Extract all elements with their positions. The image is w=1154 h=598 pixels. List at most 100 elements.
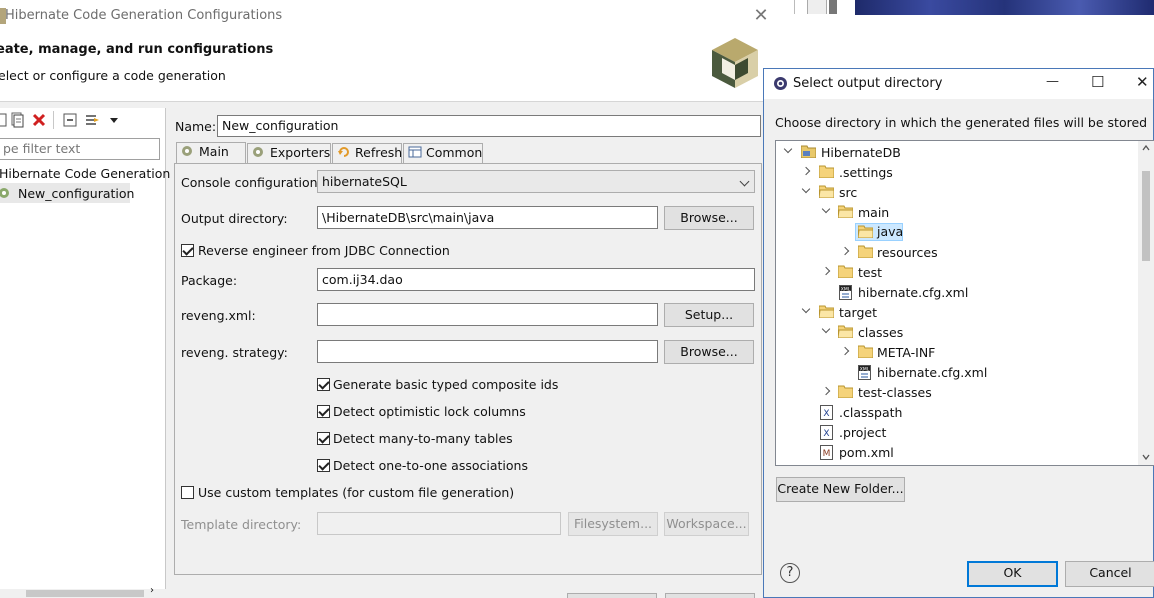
xml-file-icon: XML [839, 285, 852, 300]
tree-node-java[interactable]: java [776, 222, 1138, 242]
tab-main[interactable]: Main [176, 142, 246, 164]
tree-node-hibernate-cfg-classes[interactable]: XML hibernate.cfg.xml [776, 362, 1138, 382]
one-to-one-checkbox[interactable] [317, 459, 330, 472]
cancel-button[interactable]: Cancel [1065, 561, 1154, 587]
tree-node-hibernate-cfg[interactable]: XML hibernate.cfg.xml [776, 282, 1138, 302]
select-output-directory-dialog: Select output directory — ☐ ✕ Choose dir… [763, 68, 1154, 598]
folder-icon [819, 165, 834, 178]
optimistic-lock-checkbox[interactable] [317, 405, 330, 418]
reveng-setup-button[interactable]: Setup... [664, 303, 754, 327]
svg-text:XML: XML [841, 286, 851, 292]
tab-exporters-label: Exporters [270, 145, 331, 160]
folder-icon [819, 185, 834, 198]
reverse-engineer-checkbox[interactable] [181, 244, 194, 257]
tree-item-new-configuration[interactable]: New_configuration [18, 186, 134, 201]
tree-node-target[interactable]: target [776, 302, 1138, 322]
tree-node-label: hibernate.cfg.xml [858, 285, 969, 300]
tab-common[interactable]: Common [403, 143, 483, 163]
chevron-right-icon[interactable] [840, 246, 850, 256]
chevron-right-icon[interactable] [801, 166, 811, 176]
close-icon[interactable]: ✕ [1136, 73, 1149, 91]
scroll-up-icon[interactable] [1142, 145, 1150, 151]
folder-icon [819, 305, 834, 318]
template-dir-input[interactable] [317, 512, 561, 535]
tree-node-main[interactable]: main [776, 202, 1138, 222]
toolbar-separator [53, 111, 54, 129]
output-dir-input[interactable]: \HibernateDB\src\main\java [317, 206, 658, 229]
console-config-select[interactable]: hibernateSQL [317, 170, 755, 193]
reveng-strategy-input[interactable] [317, 340, 658, 363]
chevron-down-icon[interactable] [801, 184, 811, 194]
folder-icon [838, 205, 853, 218]
chevron-right-icon[interactable] [821, 386, 831, 396]
scrollbar-thumb[interactable] [26, 590, 144, 597]
tree-node-pom[interactable]: M pom.xml [776, 442, 1138, 462]
tree-node-test-classes[interactable]: test-classes [776, 382, 1138, 402]
config-icon [0, 188, 9, 198]
tree-node-classpath[interactable]: X .classpath [776, 402, 1138, 422]
help-icon[interactable]: ? [780, 563, 800, 583]
maximize-icon[interactable]: ☐ [1091, 73, 1104, 91]
tree-node-src[interactable]: src [776, 182, 1138, 202]
close-icon[interactable]: ✕ [749, 4, 773, 28]
dialog-title-bar: Hibernate Code Generation Configurations… [0, 0, 777, 32]
tree-node-label: hibernate.cfg.xml [877, 365, 988, 380]
create-new-folder-button[interactable]: Create New Folder... [776, 477, 905, 502]
tree-node-test[interactable]: test [776, 262, 1138, 282]
folder-icon [858, 225, 873, 238]
chevron-down-icon[interactable] [821, 204, 831, 214]
svg-text:M: M [823, 449, 831, 459]
minimize-icon[interactable]: — [1046, 74, 1059, 89]
output-dir-browse-button[interactable]: Browse... [664, 206, 754, 230]
background-strip [807, 0, 827, 14]
apply-button[interactable] [665, 593, 755, 598]
scrollbar-thumb[interactable] [1142, 171, 1150, 261]
filter-icon[interactable] [84, 112, 100, 128]
tree-node-hibernatedb[interactable]: HibernateDB [776, 142, 1138, 162]
one-to-one-label: Detect one-to-one associations [333, 458, 528, 473]
chevron-down-icon[interactable] [821, 324, 831, 334]
exporters-tab-icon [253, 147, 263, 157]
many-to-many-checkbox[interactable] [317, 432, 330, 445]
background-image-strip [855, 0, 1154, 15]
tree-node-settings[interactable]: .settings [776, 162, 1138, 182]
filter-input[interactable]: pe filter text [0, 138, 160, 160]
tree-node-resources[interactable]: resources [776, 242, 1138, 262]
chevron-down-icon[interactable] [783, 144, 793, 154]
ok-button[interactable]: OK [967, 561, 1058, 587]
scroll-down-icon[interactable] [1142, 454, 1150, 460]
chevron-down-icon[interactable] [801, 304, 811, 314]
chevron-down-icon[interactable] [106, 112, 122, 128]
revert-button[interactable] [567, 593, 657, 598]
duplicate-icon[interactable] [9, 112, 25, 128]
folder-icon [858, 345, 873, 358]
reverse-engineer-label: Reverse engineer from JDBC Connection [198, 243, 450, 258]
tree-node-meta-inf[interactable]: META-INF [776, 342, 1138, 362]
tab-exporters[interactable]: Exporters [247, 143, 331, 163]
vertical-scrollbar[interactable] [1138, 141, 1154, 465]
filesystem-button[interactable]: Filesystem... [568, 512, 658, 536]
maven-file-icon: M [820, 445, 833, 460]
custom-templates-checkbox[interactable] [181, 486, 194, 499]
tree-node-classes[interactable]: classes [776, 322, 1138, 342]
name-label: Name: [175, 119, 217, 134]
workspace-button[interactable]: Workspace... [664, 512, 749, 536]
reveng-strategy-browse-button[interactable]: Browse... [664, 340, 754, 364]
tree-item-hibernate-code-generation[interactable]: Hibernate Code Generation [0, 166, 170, 181]
x-file-icon: X [820, 405, 833, 420]
package-input[interactable]: com.ij34.dao [317, 268, 755, 291]
name-input[interactable]: New_configuration [217, 115, 761, 137]
banner-title: eate, manage, and run configurations [0, 42, 274, 57]
collapse-all-icon[interactable] [62, 112, 78, 128]
tab-refresh[interactable]: Refresh [332, 143, 402, 163]
horizontal-scrollbar[interactable]: › [0, 585, 166, 598]
delete-icon[interactable] [31, 112, 47, 128]
reveng-strategy-label: reveng. strategy: [181, 345, 288, 360]
scroll-right-icon[interactable]: › [150, 585, 154, 596]
reveng-xml-input[interactable] [317, 303, 658, 326]
tree-node-project[interactable]: X .project [776, 422, 1138, 442]
chevron-right-icon[interactable] [840, 346, 850, 356]
directory-tree[interactable]: HibernateDB .settings src main java reso… [775, 140, 1154, 466]
chevron-right-icon[interactable] [821, 266, 831, 276]
composite-ids-checkbox[interactable] [317, 378, 330, 391]
